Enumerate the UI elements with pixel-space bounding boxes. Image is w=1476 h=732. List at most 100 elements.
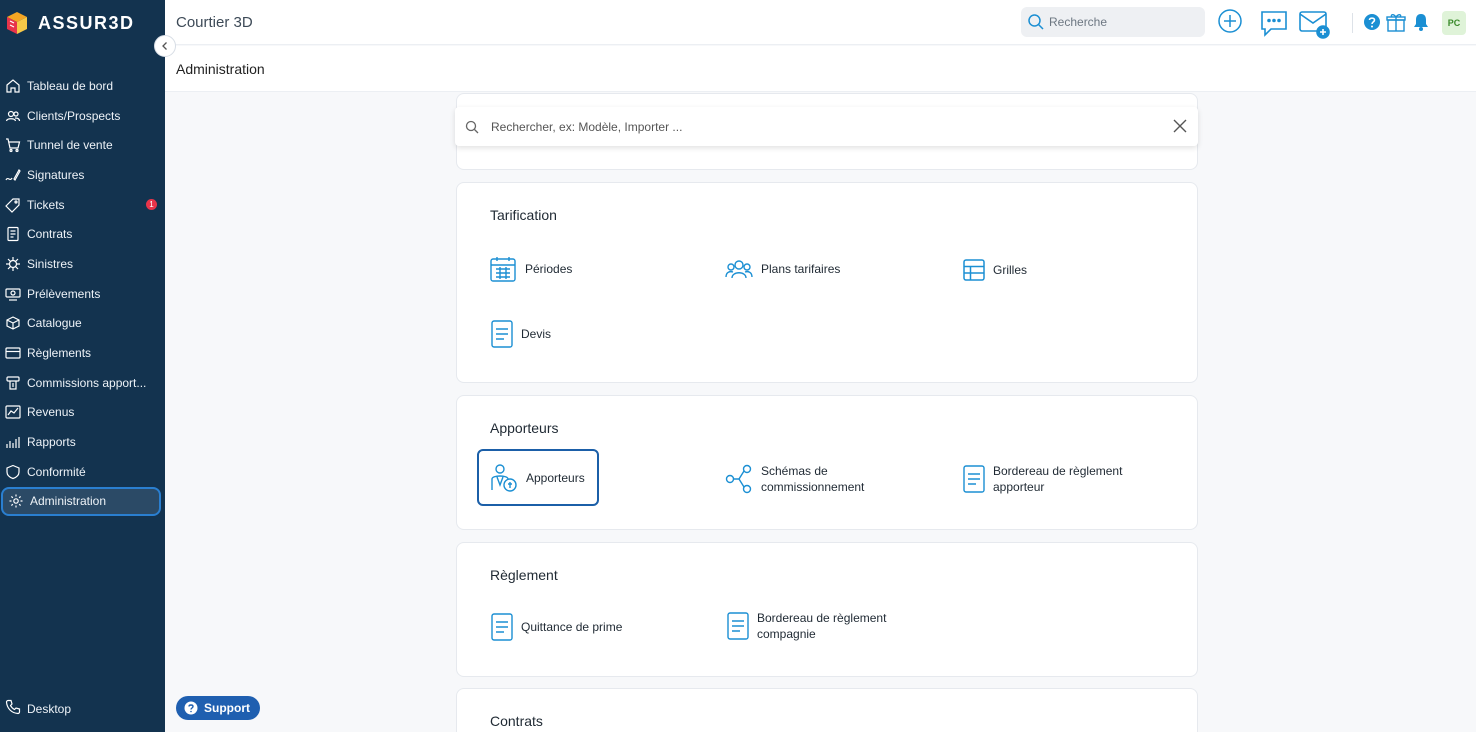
document-icon <box>963 465 985 493</box>
section-card-reglement: Règlement Quittance de prime Bordereau d… <box>456 542 1198 677</box>
sidebar-item-label: Tunnel de vente <box>27 138 113 153</box>
shield-icon <box>5 464 21 480</box>
sidebar-item-label: Catalogue <box>27 316 82 331</box>
sidebar-item-label: Rapports <box>27 435 76 450</box>
ticket-icon <box>5 197 21 213</box>
search-placeholder: Recherche <box>1049 15 1108 29</box>
sidebar-item-label: Tableau de bord <box>27 78 114 93</box>
item-bordereau-compagnie[interactable]: Bordereau de règlement compagnie <box>727 610 886 642</box>
brand-name: ASSUR3D <box>38 12 135 33</box>
home-icon <box>5 78 21 94</box>
report-icon <box>5 434 21 450</box>
new-mail-button[interactable] <box>1298 8 1332 40</box>
item-label: Apporteurs <box>526 470 585 485</box>
share-nodes-icon <box>725 464 752 494</box>
search-placeholder: Rechercher, ex: Modèle, Importer ... <box>491 119 683 134</box>
sidebar-item-prelevements[interactable]: Prélèvements <box>0 279 165 309</box>
sidebar-item-desktop[interactable]: Desktop <box>5 699 71 718</box>
item-quittance-de-prime[interactable]: Quittance de prime <box>491 613 622 641</box>
sidebar-item-tunnel-de-vente[interactable]: Tunnel de vente <box>0 130 165 160</box>
card-icon <box>5 345 21 361</box>
signature-icon <box>5 167 21 183</box>
item-label: Grilles <box>993 263 1028 277</box>
page-title: Administration <box>176 61 265 77</box>
money-icon <box>5 286 21 302</box>
group-icon <box>725 260 753 279</box>
item-periodes[interactable]: Périodes <box>489 255 572 283</box>
section-card-apporteurs: Apporteurs Apporteurs Schémas de commiss… <box>456 395 1198 530</box>
calendar-icon <box>490 257 516 282</box>
sidebar-item-administration[interactable]: Administration <box>1 486 161 517</box>
item-label-group: Bordereau de règlement apporteur <box>993 463 1122 495</box>
section-card-tarification: Tarification Périodes Plans tarifaires G… <box>456 182 1198 383</box>
section-title: Contrats <box>490 713 543 729</box>
notifications-button[interactable] <box>1411 12 1431 32</box>
item-bordereau-apporteur[interactable]: Bordereau de règlement apporteur <box>963 463 1122 495</box>
virus-icon <box>5 256 21 272</box>
app-title: Courtier 3D <box>176 14 253 31</box>
item-label: Bordereau de règlement <box>757 611 887 625</box>
add-button[interactable] <box>1217 8 1243 34</box>
gift-button[interactable] <box>1385 11 1407 33</box>
gear-icon <box>8 493 24 509</box>
sidebar-item-sinistres[interactable]: Sinistres <box>0 249 165 279</box>
item-grilles[interactable]: Grilles <box>963 259 1027 281</box>
sidebar-item-rapports[interactable]: Rapports <box>0 427 165 457</box>
item-plans-tarifaires[interactable]: Plans tarifaires <box>725 259 840 279</box>
admin-search-input[interactable]: Rechercher, ex: Modèle, Importer ... <box>455 107 1198 146</box>
item-devis[interactable]: Devis <box>491 320 551 348</box>
messages-button[interactable] <box>1259 8 1289 38</box>
chat-icon <box>1261 11 1287 37</box>
sidebar-item-label: Revenus <box>27 405 75 420</box>
help-icon <box>184 701 198 715</box>
logo-cube-icon <box>7 12 27 34</box>
help-icon <box>1364 14 1380 30</box>
sidebar-item-clients-prospects[interactable]: Clients/Prospects <box>0 101 165 131</box>
sidebar-item-label: Sinistres <box>27 256 74 271</box>
sidebar-item-conformite[interactable]: Conformité <box>0 457 165 487</box>
tickets-count-badge: 1 <box>146 198 157 210</box>
user-avatar[interactable]: PC <box>1442 11 1466 35</box>
sidebar-item-label: Règlements <box>27 346 92 361</box>
search-icon <box>1028 14 1044 30</box>
item-apporteurs[interactable]: Apporteurs <box>477 449 599 506</box>
sidebar-item-tableau-de-bord[interactable]: Tableau de bord <box>0 71 165 101</box>
phone-icon <box>5 699 21 718</box>
brand-logo[interactable]: ASSUR3D <box>4 8 135 38</box>
sidebar-item-revenus[interactable]: Revenus <box>0 398 165 428</box>
item-schemas-commissionnement[interactable]: Schémas de commissionnement <box>725 463 864 495</box>
item-label-group: Schémas de commissionnement <box>761 463 864 495</box>
sidebar-item-label: Contrats <box>27 227 73 242</box>
item-label: Schémas de <box>761 464 828 478</box>
sidebar-nav: Tableau de bord Clients/Prospects Tunnel… <box>0 71 165 517</box>
users-icon <box>5 108 21 124</box>
box-icon <box>5 315 21 331</box>
item-label-line2: apporteur <box>993 480 1045 494</box>
global-search-input[interactable]: Recherche <box>1021 7 1205 37</box>
sidebar-item-label: Prélèvements <box>27 286 101 301</box>
plus-circle-icon <box>1218 9 1242 33</box>
document-icon <box>727 612 749 640</box>
sidebar-item-label: Commissions apport... <box>27 375 147 390</box>
agent-icon <box>491 463 517 492</box>
help-button[interactable] <box>1363 13 1381 31</box>
sidebar-item-tickets[interactable]: Tickets 1 <box>0 190 165 220</box>
item-label: Périodes <box>525 262 573 276</box>
collapse-sidebar-button[interactable] <box>154 35 176 57</box>
close-icon[interactable] <box>1172 118 1188 134</box>
sidebar-item-reglements[interactable]: Règlements <box>0 338 165 368</box>
grid-icon <box>963 259 985 281</box>
contract-icon <box>5 226 21 242</box>
sidebar-item-label: Administration <box>30 494 107 509</box>
sidebar-item-contrats[interactable]: Contrats <box>0 219 165 249</box>
sidebar-item-label: Tickets <box>27 197 65 212</box>
sidebar-item-label: Conformité <box>27 464 86 479</box>
sidebar-item-catalogue[interactable]: Catalogue <box>0 309 165 339</box>
sidebar-item-label: Clients/Prospects <box>27 108 121 123</box>
sidebar-item-commissions[interactable]: Commissions apport... <box>0 368 165 398</box>
support-button[interactable]: Support <box>176 696 260 720</box>
header-divider <box>1352 13 1353 33</box>
sidebar-item-signatures[interactable]: Signatures <box>0 160 165 190</box>
revenue-icon <box>5 404 21 420</box>
section-title: Apporteurs <box>490 420 559 436</box>
